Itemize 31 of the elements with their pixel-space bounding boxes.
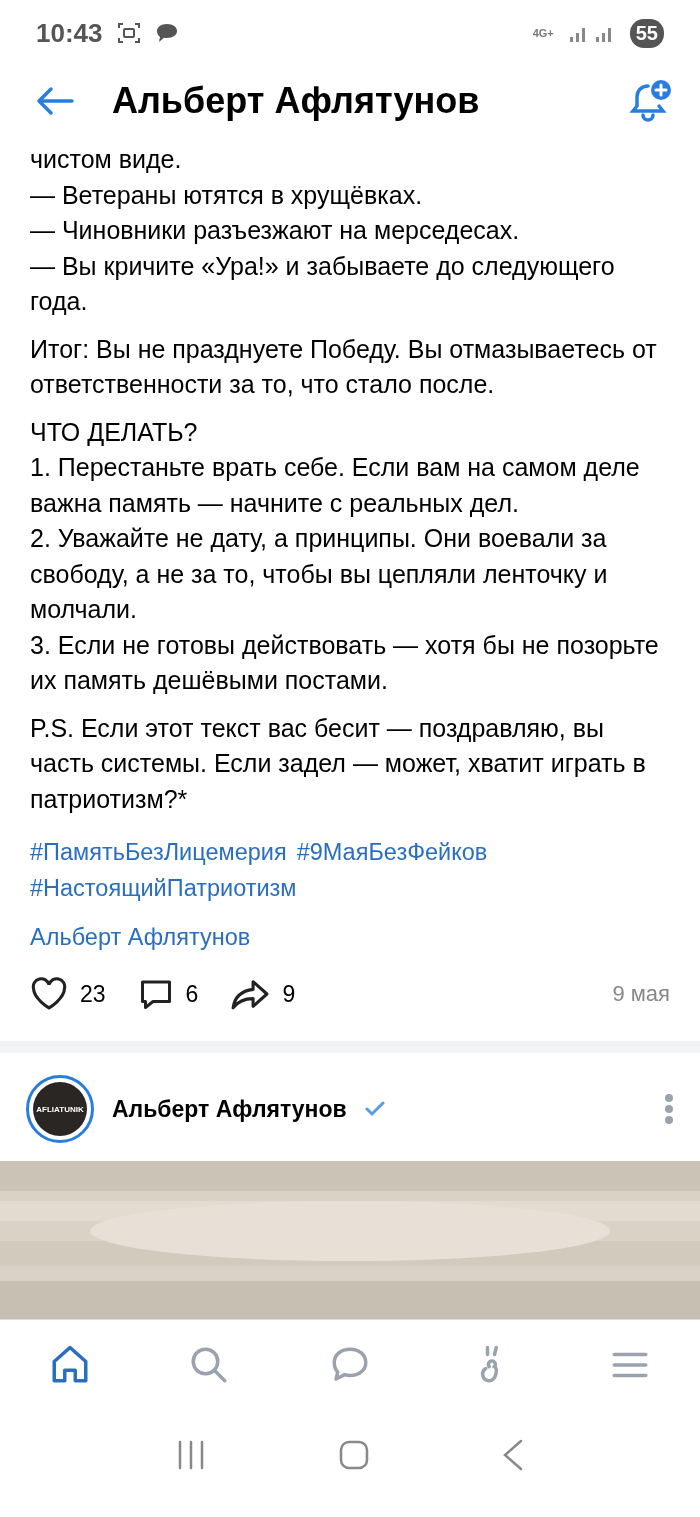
avatar-logo-text: AFLIATUNIK xyxy=(36,1104,84,1114)
post-text: 1. Перестаньте врать себе. Если вам на самом деле важна память — начните с реальных дел. xyxy=(30,452,641,519)
avatar[interactable]: AFLIATUNIK xyxy=(26,1075,94,1143)
post-text: — Вы кричите «Ура!» и забываете до следующего года. xyxy=(30,250,616,317)
back-nav-button[interactable] xyxy=(502,1439,524,1471)
post-text: ЧТО ДЕЛАТЬ? xyxy=(30,416,199,448)
status-time: 10:43 xyxy=(36,17,103,49)
post-date: 9 мая xyxy=(612,981,670,1007)
post-text: — Чиновники разъезжают на мерседесах. xyxy=(30,215,521,246)
recent-apps-button[interactable] xyxy=(176,1440,206,1470)
author-link[interactable]: Альберт Афлятунов xyxy=(30,924,670,951)
comment-button[interactable]: 6 xyxy=(137,977,199,1011)
back-button[interactable] xyxy=(36,86,74,116)
post-text: P.S. Если этот текст вас бесит — поздравляю, вы часть системы. Если задел — может, хватит играть в патриотизм?* xyxy=(30,712,647,815)
home-button[interactable] xyxy=(338,1439,370,1471)
author-name[interactable]: Альберт Афлятунов xyxy=(112,1095,347,1123)
post-text: чистом виде. xyxy=(30,144,183,175)
hashtag-link[interactable]: #ПамятьБезЛицемерия xyxy=(30,835,287,871)
post-text: 3. Если не готовы действовать — хотя бы не позорьте их память дешёвыми постами. xyxy=(30,629,660,696)
hashtag-link[interactable]: #НастоящийПатриотизм xyxy=(30,870,297,906)
post-text: 2. Уважайте не дату, а принципы. Они воевали за свободу, а не за то, чтобы вы цепляли ленточку и молчали. xyxy=(30,523,609,625)
post-text: — Ветераны ютятся в хрущёвках. xyxy=(30,179,424,211)
hashtag-link[interactable]: #9МаяБезФейков xyxy=(296,835,488,871)
like-button[interactable]: 23 xyxy=(30,977,106,1011)
battery-level: 55 xyxy=(629,18,664,48)
network-label: 4G+ xyxy=(532,27,554,39)
more-options-button[interactable] xyxy=(664,1093,674,1125)
chat-icon xyxy=(154,22,179,44)
screenshot-icon xyxy=(116,22,141,44)
post-text: Итог: Вы не празднуете Победу. Вы отмазываетесь от ответственности за то, что стало после. xyxy=(30,333,658,400)
page-title: Альберт Афлятунов xyxy=(112,80,481,122)
